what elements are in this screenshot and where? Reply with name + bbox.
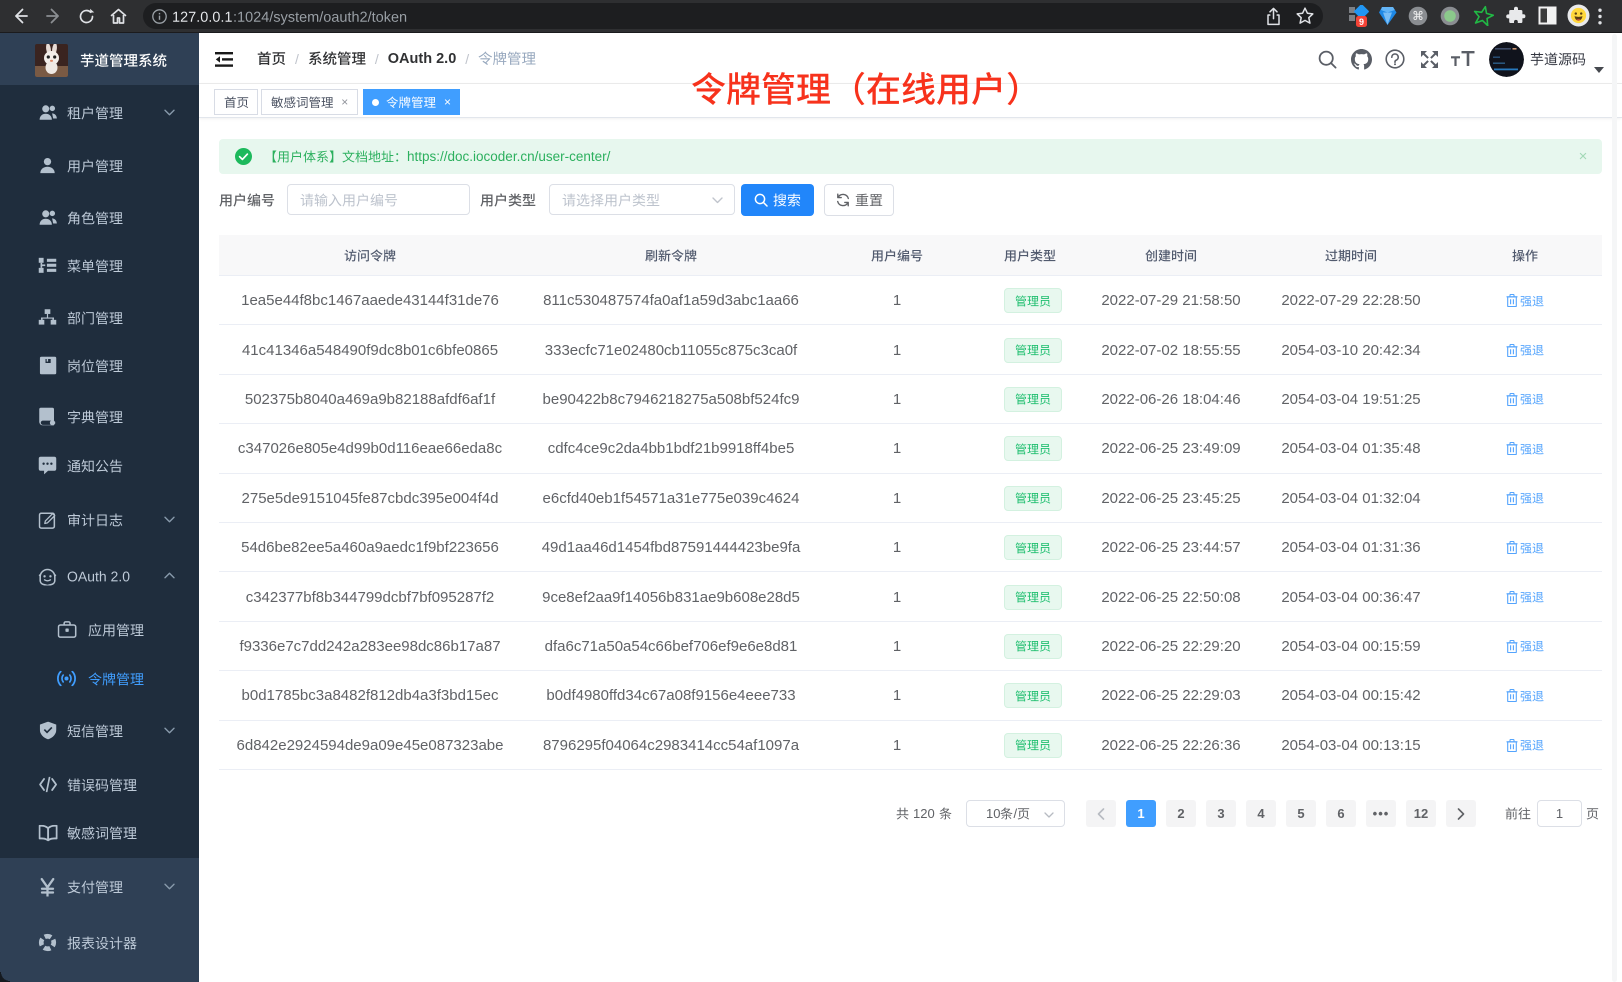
svg-text:9: 9 [1359,17,1364,27]
svg-text:⌘: ⌘ [1412,9,1424,23]
